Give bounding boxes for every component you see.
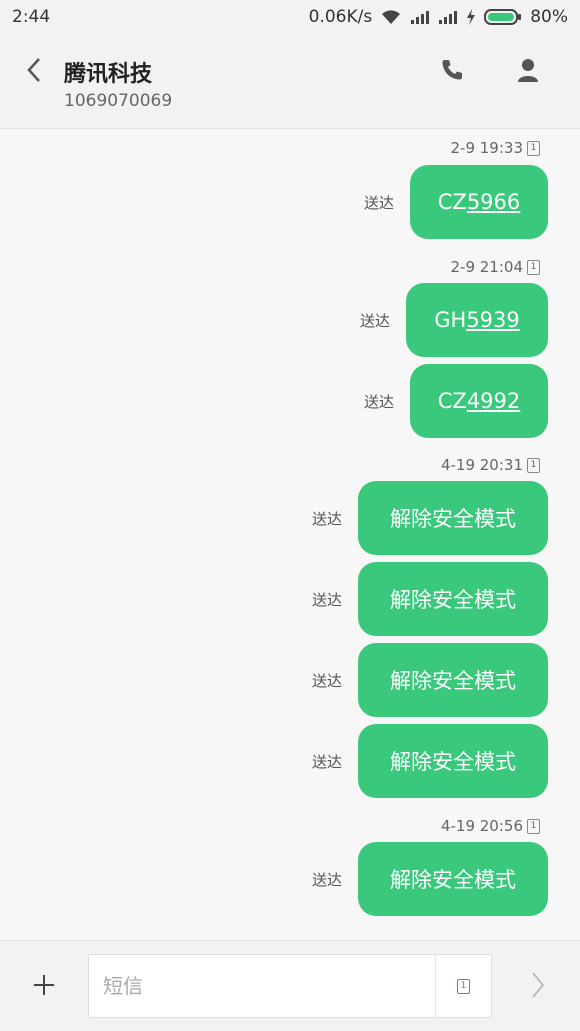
contact-details-button[interactable] [512,56,544,88]
message-bubble[interactable]: 解除安全模式 [358,481,548,555]
delivery-status: 送达 [359,311,390,330]
status-time: 2:44 [12,7,51,27]
message-row: 送达 GH 5939 [360,283,548,357]
message-row: 送达 解除安全模式 [312,562,548,636]
message-link[interactable]: 5939 [466,308,519,332]
contact-icon [517,58,539,86]
plus-icon [32,973,56,1001]
contact-number: 1069070069 [64,91,173,111]
wifi-icon [380,9,402,25]
status-indicators: 0.06K/s 80% [309,7,568,27]
back-button[interactable] [18,56,50,88]
timestamp: 4-19 20:56 1 [441,817,540,835]
call-button[interactable] [436,56,468,88]
message-row: 送达 CZ 5966 [364,165,548,239]
delivery-status: 送达 [363,193,394,212]
delivery-status: 送达 [311,870,342,889]
send-arrow-icon [530,971,546,1003]
message-row: 送达 解除安全模式 [312,481,548,555]
back-arrow-icon [26,57,42,87]
send-button[interactable] [522,971,554,1003]
contact-name: 腾讯科技 [64,62,153,87]
sim-card-icon: 1 [527,818,540,834]
conversation-header: 腾讯科技 1069070069 [0,34,580,129]
sim-card-icon: 1 [457,978,470,994]
status-bar: 2:44 0.06K/s 80% [0,0,580,34]
attach-button[interactable] [28,971,60,1003]
delivery-status: 送达 [311,590,342,609]
signal-icon [438,10,458,24]
message-input-container: 1 [88,954,492,1018]
message-bubble[interactable]: GH 5939 [406,283,548,357]
battery-icon [484,8,522,26]
charging-icon [466,9,476,25]
message-link[interactable]: 4992 [467,389,520,413]
timestamp: 4-19 20:31 1 [441,456,540,474]
delivery-status: 送达 [363,392,394,411]
phone-icon [440,58,464,86]
timestamp: 2-9 21:04 1 [451,258,540,276]
delivery-status: 送达 [311,752,342,771]
message-link[interactable]: 5966 [467,190,520,214]
message-thread: 2-9 19:33 1 送达 CZ 5966 2-9 21:04 1 送达 GH 5… [0,130,580,940]
sim-card-icon: 1 [527,259,540,275]
message-bubble[interactable]: 解除安全模式 [358,643,548,717]
message-row: 送达 解除安全模式 [312,842,548,916]
sim-select-button[interactable]: 1 [435,955,491,1017]
delivery-status: 送达 [311,671,342,690]
message-row: 送达 解除安全模式 [312,643,548,717]
network-speed: 0.06K/s [308,7,373,27]
message-input[interactable] [89,955,437,1017]
message-composer: 1 [0,940,580,1031]
message-bubble[interactable]: 解除安全模式 [358,842,548,916]
sim-card-icon: 1 [527,140,540,156]
message-bubble[interactable]: CZ 5966 [410,165,548,239]
message-bubble[interactable]: CZ 4992 [410,364,548,438]
delivery-status: 送达 [311,509,342,528]
battery-level: 80% [530,7,568,27]
signal-icon [410,10,430,24]
message-bubble[interactable]: 解除安全模式 [358,724,548,798]
message-bubble[interactable]: 解除安全模式 [358,562,548,636]
timestamp: 2-9 19:33 1 [451,139,540,157]
sim-card-icon: 1 [527,457,540,473]
message-row: 送达 解除安全模式 [312,724,548,798]
message-row: 送达 CZ 4992 [364,364,548,438]
